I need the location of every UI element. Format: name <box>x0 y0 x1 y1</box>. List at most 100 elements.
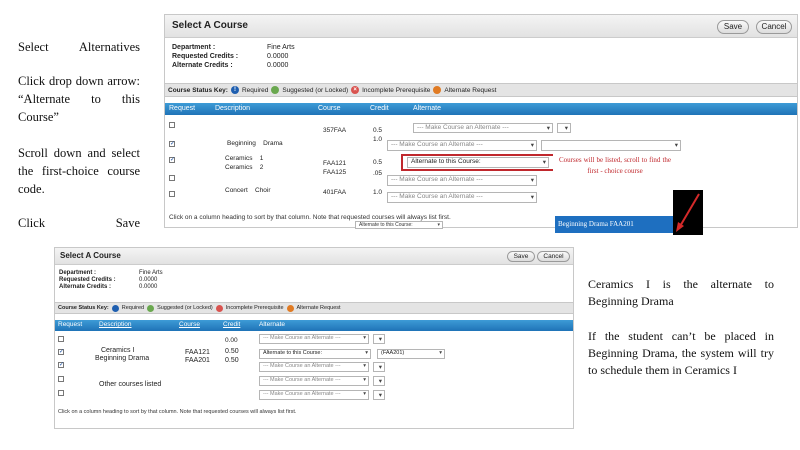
department-row: Department : Fine Arts <box>172 44 295 51</box>
request-checkbox[interactable] <box>58 390 64 396</box>
alternate-icon <box>286 304 294 312</box>
description-text: Ceramics I <box>101 347 135 354</box>
credit-value: .05 <box>373 170 383 177</box>
suggested-icon <box>147 304 155 312</box>
credit-value: 1.0 <box>373 189 383 196</box>
callout-note: Courses will be listed, scroll to find t… <box>553 151 677 223</box>
course-code: FAA121 <box>323 160 347 167</box>
header-description[interactable]: Description <box>215 105 250 112</box>
requested-credits-value: 0.0000 <box>267 53 289 60</box>
status-key-title: Course Status Key: <box>168 86 228 94</box>
prerequisite-icon: × <box>351 86 360 94</box>
credit-value: 0.50 <box>225 357 239 364</box>
alternate-select[interactable]: --- Make Course an Alternate --- <box>387 175 537 186</box>
alternate-course-select[interactable] <box>557 123 571 133</box>
request-checkbox[interactable] <box>169 122 175 128</box>
key-suggested: Suggested (or Locked) <box>282 86 349 94</box>
sort-note: Click on a column heading to sort by tha… <box>169 214 451 221</box>
save-button[interactable]: Save <box>507 251 535 262</box>
header-request[interactable]: Request <box>58 321 82 328</box>
info-icon: ! <box>230 86 239 94</box>
credit-value: 0.5 <box>373 159 383 166</box>
alternate-select[interactable]: --- Make Course an Alternate --- <box>259 362 369 372</box>
course-code: 401FAA <box>323 189 347 196</box>
alternate-select[interactable]: --- Make Course an Alternate --- <box>387 192 537 203</box>
alternate-select[interactable]: --- Make Course an Alternate --- <box>387 140 537 151</box>
requested-credits-label: Requested Credits : <box>172 53 239 60</box>
instruction-step-3: Scroll down and select the first-choice … <box>18 146 140 196</box>
course-code: FAA201 <box>185 357 210 364</box>
key-suggested: Suggested (or Locked) <box>157 305 213 311</box>
alternate-explanation: Ceramics I is the alternate to Beginning… <box>588 277 774 308</box>
credit-value: 0.5 <box>373 127 383 134</box>
cancel-button[interactable]: Cancel <box>756 20 792 34</box>
key-incomplete: Incomplete Prerequisite <box>362 86 431 94</box>
request-checkbox-checked[interactable]: ✓ <box>169 157 175 163</box>
alternate-select[interactable]: --- Make Course an Alternate --- <box>259 390 369 400</box>
placement-explanation: If the student can’t be placed in Beginn… <box>588 329 774 377</box>
suggested-icon <box>271 86 280 94</box>
bottom-select-course-panel: Select A Course Save Cancel Department :… <box>54 247 574 429</box>
request-checkbox-checked[interactable]: ✓ <box>169 141 175 147</box>
alternate-course-select[interactable] <box>373 362 385 372</box>
course-status-key: Course Status Key: ! Required Suggested (… <box>165 83 797 97</box>
course-code: 357FAA <box>323 127 347 134</box>
alternate-icon <box>433 86 442 94</box>
header-course[interactable]: Course <box>179 321 200 328</box>
header-alternate[interactable]: Alternate <box>259 321 285 328</box>
table-header: Request Description Course Credit Altern… <box>165 103 797 115</box>
alternate-credits-label: Alternate Credits : <box>172 62 233 69</box>
alternate-credits-row: Alternate Credits :0.0000 <box>59 284 158 290</box>
header-credit[interactable]: Credit <box>223 321 240 328</box>
description-text: Beginning Drama <box>95 355 150 362</box>
alternate-course-select[interactable] <box>373 334 385 344</box>
header-course[interactable]: Course <box>318 105 341 112</box>
sort-note: Click on a column heading to sort by tha… <box>58 409 297 415</box>
request-checkbox[interactable] <box>169 191 175 197</box>
save-button[interactable]: Save <box>717 20 749 34</box>
cancel-button[interactable]: Cancel <box>537 251 570 262</box>
instruction-step-2: Click drop down arrow: “Alternate to thi… <box>18 74 140 124</box>
alternate-select[interactable]: --- Make Course an Alternate --- <box>259 334 369 344</box>
requested-credits-row: Requested Credits :0.0000 <box>59 277 158 283</box>
alternate-select[interactable]: --- Make Course an Alternate --- <box>259 376 369 386</box>
request-checkbox[interactable] <box>58 376 64 382</box>
alternate-course-select-open[interactable] <box>541 140 681 151</box>
alternate-course-select[interactable]: (FAA201) <box>377 349 445 359</box>
alternate-course-select[interactable] <box>373 390 385 400</box>
header-description[interactable]: Description <box>99 321 132 328</box>
course-code: FAA125 <box>323 169 347 176</box>
alternate-select[interactable]: --- Make Course an Alternate --- <box>413 123 553 133</box>
dropdown-option-selected[interactable]: Beginning Drama FAA201 <box>555 216 673 233</box>
key-required: Required <box>241 86 269 94</box>
panel-title: Select A Course <box>165 15 797 38</box>
alternate-select-chosen[interactable]: Alternate to this Course: <box>407 157 549 168</box>
description-text: Concert Choir <box>225 187 271 194</box>
request-checkbox-checked[interactable]: ✓ <box>58 349 64 355</box>
request-checkbox[interactable] <box>169 175 175 181</box>
request-checkbox-checked[interactable]: ✓ <box>58 362 64 368</box>
alternate-to-course-select[interactable]: Alternate to this Course: <box>355 221 443 229</box>
description-text: Ceramics 2 <box>225 164 264 171</box>
header-alternate[interactable]: Alternate <box>413 105 441 112</box>
header-credit[interactable]: Credit <box>370 105 389 112</box>
department-row: Department : Fine Arts <box>59 270 163 276</box>
alternate-select-chosen[interactable]: Alternate to this Course: <box>259 349 371 359</box>
credit-value: 0.00 <box>225 337 238 344</box>
other-courses-text: Other courses listed <box>99 381 162 388</box>
instruction-step-4: Click Save <box>18 216 140 230</box>
panel-title: Select A Course <box>55 248 573 265</box>
description-text: Ceramics 1 <box>225 155 264 162</box>
request-checkbox[interactable] <box>58 336 64 342</box>
course-code: FAA121 <box>185 349 210 356</box>
header-request[interactable]: Request <box>169 105 195 112</box>
credit-value: 0.50 <box>225 348 239 355</box>
alternate-credits-value: 0.0000 <box>267 62 289 69</box>
arrow-pointer-icon <box>673 190 703 235</box>
alternate-course-select[interactable] <box>373 376 385 386</box>
alternate-credits-row: Alternate Credits : 0.0000 <box>172 62 288 69</box>
course-status-key: Course Status Key: Required Suggested (o… <box>55 302 573 314</box>
info-icon <box>111 304 119 312</box>
key-alternate: Alternate Request <box>296 305 341 311</box>
table-header: Request Description Course Credit Altern… <box>55 320 573 331</box>
